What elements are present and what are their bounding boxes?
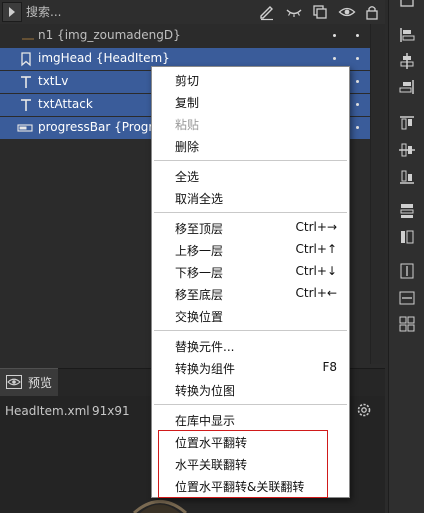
visibility-eye-icon[interactable] (338, 3, 356, 21)
menu-item-move-up[interactable]: 上移一层 Ctrl+↑ (152, 239, 349, 261)
hide-eye-icon[interactable] (285, 3, 303, 21)
menu-item-select-all[interactable]: 全选 (152, 165, 349, 187)
tree-row-label: txtAttack (38, 97, 93, 111)
distribute-icon[interactable] (398, 0, 416, 12)
distribute-v-icon[interactable] (398, 202, 416, 220)
distribute-h-icon[interactable] (398, 228, 416, 246)
progressbar-icon (17, 124, 33, 132)
preview-file-name: HeadItem.xml (5, 404, 90, 418)
menu-separator (154, 330, 347, 331)
menu-item-label: 转换为组件 (175, 362, 236, 376)
menu-item-to-bitmap[interactable]: 转换为位图 (152, 379, 349, 401)
menu-item-label: 全选 (175, 170, 200, 184)
menu-item-move-top[interactable]: 移至顶层 Ctrl+→ (152, 217, 349, 239)
text-icon (21, 76, 31, 88)
menu-item-move-bottom[interactable]: 移至底层 Ctrl+← (152, 283, 349, 305)
menu-shortcut: Ctrl+→ (295, 220, 337, 234)
settings-gear-icon[interactable] (355, 401, 373, 419)
same-width-icon[interactable] (398, 289, 416, 307)
menu-item-label: 上移一层 (175, 244, 224, 258)
menu-item-cut[interactable]: 剪切 (152, 69, 349, 91)
lock-dot[interactable] (356, 103, 359, 106)
menu-item-deselect-all[interactable]: 取消全选 (152, 187, 349, 209)
align-right-icon[interactable] (398, 78, 416, 96)
align-center-h-icon[interactable] (398, 52, 416, 70)
menu-separator (154, 212, 347, 213)
menu-item-label: 在库中显示 (175, 414, 236, 428)
menu-item-label: 交换位置 (175, 310, 224, 324)
align-left-icon[interactable] (398, 26, 416, 44)
search-input[interactable] (26, 3, 206, 21)
grid-icon[interactable] (398, 315, 416, 333)
lock-dot[interactable] (356, 34, 359, 37)
tree-row-label: txtLv (38, 74, 69, 88)
tree-row-label: imgHead {HeadItem} (38, 51, 170, 65)
highlight-annotation-box (158, 430, 328, 498)
lock-dot[interactable] (356, 126, 359, 129)
menu-item-label: 复制 (175, 96, 200, 110)
menu-item-to-component[interactable]: 转换为组件 F8 (152, 357, 349, 379)
same-height-icon[interactable] (398, 262, 416, 280)
menu-item-label: 剪切 (175, 74, 200, 88)
align-toolbar (388, 0, 424, 513)
menu-item-swap[interactable]: 交换位置 (152, 305, 349, 327)
preview-file-size: 91x91 (92, 404, 130, 418)
menu-shortcut: Ctrl+↓ (295, 264, 337, 278)
menu-item-label: 下移一层 (175, 266, 224, 280)
menu-item-label: 删除 (175, 140, 200, 154)
lock-dot[interactable] (356, 80, 359, 83)
bookmark-icon (21, 52, 31, 67)
menu-shortcut: Ctrl+← (295, 286, 337, 300)
preview-image (133, 500, 187, 513)
tree-row-label: n1 {img_zoumadengD} (38, 28, 181, 42)
menu-shortcut: Ctrl+↑ (295, 242, 337, 256)
menu-separator (154, 160, 347, 161)
lock-icon[interactable] (363, 3, 381, 21)
visibility-dot[interactable] (333, 34, 336, 37)
menu-item-label: 移至顶层 (175, 222, 224, 236)
menu-item-label: 转换为位图 (175, 384, 236, 398)
menu-item-show-in-library[interactable]: 在库中显示 (152, 409, 349, 431)
align-middle-v-icon[interactable] (398, 141, 416, 159)
menu-shortcut: F8 (322, 360, 337, 374)
align-bottom-icon[interactable] (398, 168, 416, 186)
tree-row[interactable]: n1 {img_zoumadengD} (0, 25, 385, 47)
copy-icon[interactable] (311, 3, 329, 21)
preview-tab-label: 预览 (28, 376, 53, 390)
tree-row-label: progressBar {Progre (38, 120, 161, 134)
menu-item-label: 粘贴 (175, 118, 200, 132)
menu-item-replace[interactable]: 替换元件... (152, 335, 349, 357)
tree-scrollbar[interactable] (370, 24, 385, 364)
menu-item-label: 移至底层 (175, 288, 224, 302)
lock-dot[interactable] (356, 57, 359, 60)
expand-panel-button[interactable] (2, 2, 22, 22)
menu-item-label: 替换元件... (175, 340, 235, 354)
visibility-dot[interactable] (333, 57, 336, 60)
menu-item-paste: 粘贴 (152, 113, 349, 135)
link-line-icon (22, 38, 34, 40)
menu-item-delete[interactable]: 删除 (152, 135, 349, 157)
menu-item-copy[interactable]: 复制 (152, 91, 349, 113)
text-icon (21, 99, 31, 111)
menu-item-move-down[interactable]: 下移一层 Ctrl+↓ (152, 261, 349, 283)
menu-item-label: 取消全选 (175, 192, 224, 206)
edit-icon[interactable] (258, 3, 276, 21)
preview-eye-icon (6, 375, 22, 389)
align-top-icon[interactable] (398, 114, 416, 132)
menu-separator (154, 404, 347, 405)
